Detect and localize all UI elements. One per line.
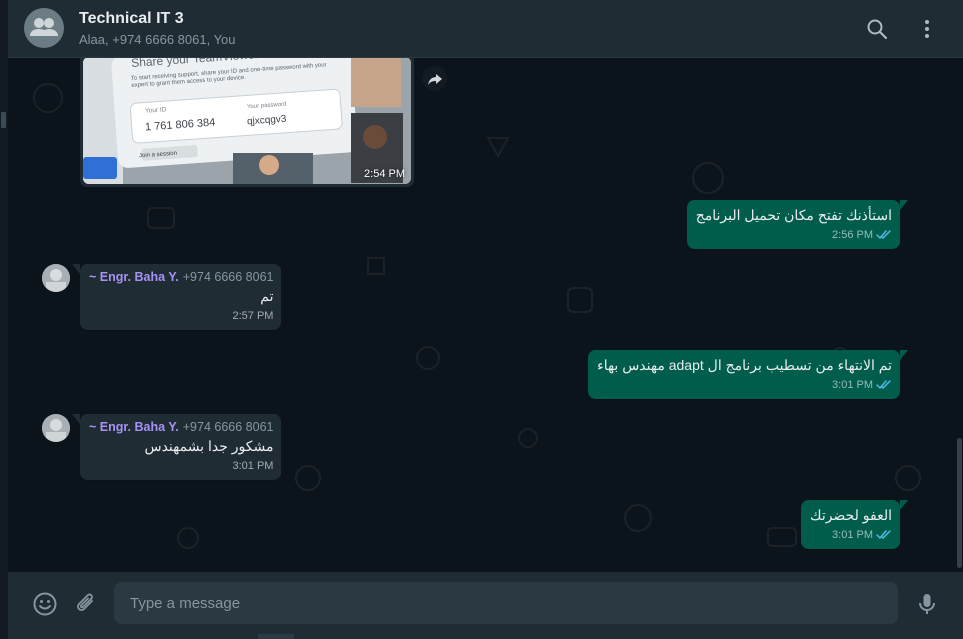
sender-phone: +974 6666 8061 bbox=[182, 420, 274, 434]
compose-bar bbox=[8, 572, 963, 639]
sender-name[interactable]: ~ Engr. Baha Y. bbox=[89, 270, 179, 284]
attach-icon[interactable] bbox=[73, 591, 99, 617]
incoming-message[interactable]: ~ Engr. Baha Y. +974 6666 8061 مشكور جدا … bbox=[71, 414, 282, 480]
double-check-icon bbox=[876, 530, 891, 540]
outgoing-message[interactable]: استأذنك تفتح مكان تحميل البرنامج 2:56 PM bbox=[686, 200, 909, 249]
teamviewer-id-label: Your ID bbox=[144, 106, 167, 115]
sender-line: ~ Engr. Baha Y. +974 6666 8061 bbox=[89, 270, 273, 284]
message-time: 2:56 PM bbox=[832, 229, 873, 241]
message-meta: 2:56 PM bbox=[696, 229, 892, 241]
message-text: تم bbox=[260, 288, 274, 304]
avatar-photo bbox=[42, 264, 70, 292]
double-check-icon bbox=[876, 230, 891, 240]
window-edge bbox=[258, 634, 294, 639]
sender-avatar[interactable] bbox=[42, 414, 70, 442]
sender-avatar[interactable] bbox=[42, 264, 70, 292]
message-time: 3:01 PM bbox=[832, 529, 873, 541]
outgoing-message[interactable]: العفو لحضرتك 3:01 PM bbox=[801, 500, 908, 549]
forward-icon bbox=[427, 73, 442, 85]
double-check-icon bbox=[876, 380, 891, 390]
message-time: 2:57 PM bbox=[232, 310, 274, 322]
search-icon[interactable] bbox=[865, 17, 889, 41]
forward-button[interactable] bbox=[422, 66, 447, 91]
avatar-photo bbox=[42, 414, 70, 442]
message-text: تم الانتهاء من تسطيب برنامج ال adapt مهن… bbox=[597, 357, 892, 373]
message-time: 3:01 PM bbox=[832, 379, 873, 391]
chat-participants[interactable]: Alaa, +974 6666 8061, You bbox=[79, 32, 236, 47]
chat-header[interactable]: Technical IT 3 Alaa, +974 6666 8061, You bbox=[8, 0, 963, 58]
emoji-icon[interactable] bbox=[32, 591, 58, 617]
message-meta: 3:01 PM bbox=[810, 529, 892, 541]
message-meta: 3:01 PM bbox=[597, 379, 892, 391]
menu-icon[interactable] bbox=[915, 17, 939, 41]
sender-phone: +974 6666 8061 bbox=[182, 270, 274, 284]
message-text: استأذنك تفتح مكان تحميل البرنامج bbox=[695, 207, 892, 223]
teamviewer-screenshot[interactable]: Share your TeamViewer ID To start receiv… bbox=[83, 58, 411, 184]
outgoing-message[interactable]: تم الانتهاء من تسطيب برنامج ال adapt مهن… bbox=[588, 350, 908, 399]
chat-title[interactable]: Technical IT 3 bbox=[79, 10, 184, 28]
chat-scrollbar[interactable] bbox=[957, 438, 962, 568]
message-text: العفو لحضرتك bbox=[810, 507, 892, 523]
incoming-message[interactable]: ~ Engr. Baha Y. +974 6666 8061 تم 2:57 PM bbox=[71, 264, 282, 330]
sender-line: ~ Engr. Baha Y. +974 6666 8061 bbox=[89, 420, 273, 434]
image-message[interactable]: Share your TeamViewer ID To start receiv… bbox=[80, 58, 414, 187]
group-icon bbox=[30, 18, 58, 36]
message-time: 3:01 PM bbox=[232, 460, 274, 472]
sender-name[interactable]: ~ Engr. Baha Y. bbox=[89, 420, 179, 434]
message-text: مشكور جدا بشمهندس bbox=[144, 438, 274, 454]
chat-messages-area[interactable]: Share your TeamViewer ID To start receiv… bbox=[8, 58, 963, 572]
left-panel-edge bbox=[0, 0, 8, 639]
message-input[interactable] bbox=[114, 582, 898, 624]
group-avatar[interactable] bbox=[24, 8, 64, 48]
message-time: 2:54 PM bbox=[364, 168, 405, 180]
panel-edge-marker bbox=[1, 112, 6, 128]
mic-icon[interactable] bbox=[914, 591, 940, 617]
